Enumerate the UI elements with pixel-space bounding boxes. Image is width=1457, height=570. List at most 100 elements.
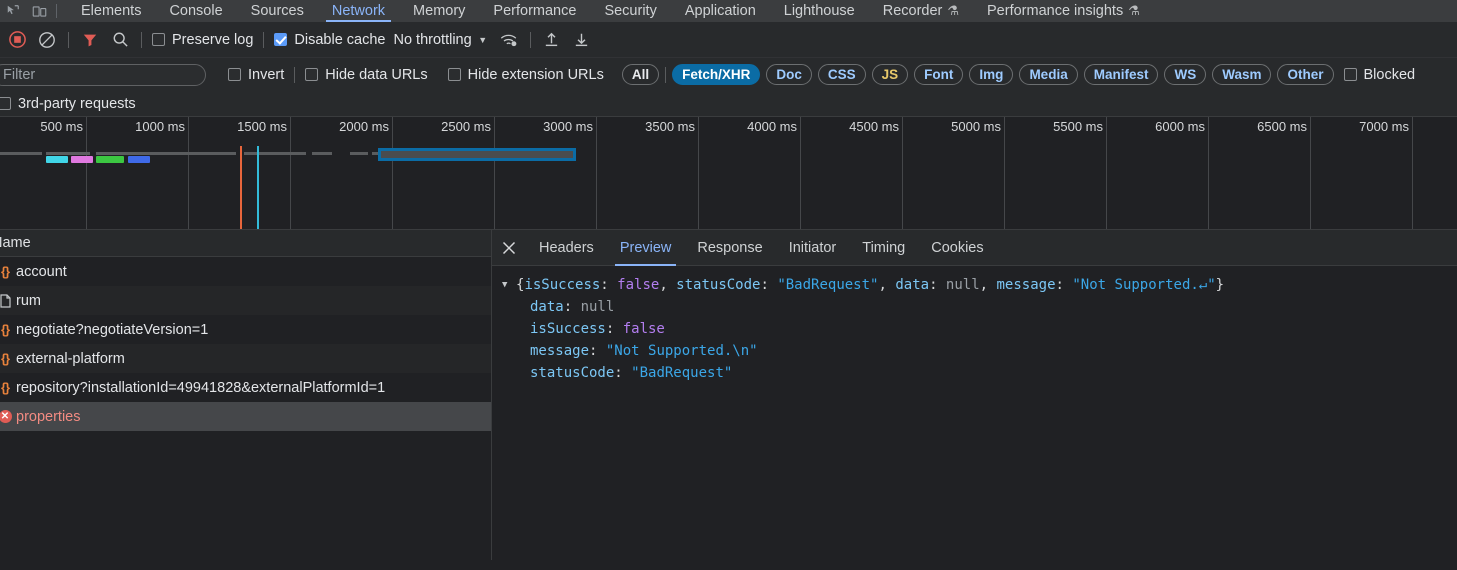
timeline-band — [350, 152, 368, 155]
type-filter-media[interactable]: Media — [1019, 64, 1078, 85]
json-comma: , — [659, 277, 677, 293]
tab-performance[interactable]: Performance — [479, 0, 590, 22]
table-row[interactable]: rum — [0, 286, 491, 315]
timeline-tick: 1500 ms — [237, 117, 291, 229]
details-tab-bar: Headers Preview Response Initiator Timing Coo… — [492, 230, 1457, 266]
network-overview-timeline[interactable]: 500 ms 1000 ms 1500 ms 2000 ms 2500 ms 3000 m… — [0, 117, 1457, 230]
disable-cache-box[interactable] — [274, 33, 288, 46]
disclosure-triangle-icon[interactable]: ▼ — [502, 274, 516, 296]
type-filter-manifest[interactable]: Manifest — [1083, 64, 1159, 85]
third-party-requests-checkbox[interactable]: 3rd-party requests — [0, 96, 140, 112]
timeline-tick: 3000 ms — [543, 117, 597, 229]
document-icon — [0, 293, 16, 308]
blocked-checkbox[interactable]: Blocked — [1340, 67, 1420, 83]
details-tab-headers[interactable]: Headers — [526, 230, 607, 266]
json-value: null — [580, 299, 615, 315]
chevron-down-icon[interactable]: ▼ — [472, 35, 494, 45]
table-row[interactable]: {} external-platform — [0, 344, 491, 373]
timeline-tick-label: 5500 ms — [1053, 119, 1103, 134]
hide-data-urls-box[interactable] — [305, 68, 319, 81]
table-row[interactable]: {} repository?installationId=49941828&ext… — [0, 373, 491, 402]
filter-divider-1 — [294, 66, 296, 83]
table-row[interactable]: {} account — [0, 257, 491, 286]
timeline-band — [312, 152, 332, 155]
type-filter-fetch-xhr[interactable]: Fetch/XHR — [672, 64, 761, 85]
invert-box[interactable] — [228, 68, 241, 81]
hide-data-urls-checkbox[interactable]: Hide data URLs — [301, 67, 431, 83]
filter-input[interactable] — [0, 63, 206, 86]
type-filter-img[interactable]: Img — [969, 64, 1014, 85]
search-icon[interactable] — [105, 26, 135, 54]
json-property-line[interactable]: message: "Not Supported.\n" — [502, 340, 1457, 362]
json-value: false — [617, 277, 660, 293]
details-tab-preview[interactable]: Preview — [607, 230, 685, 266]
details-tab-timing[interactable]: Timing — [849, 230, 918, 266]
type-filter-css[interactable]: CSS — [817, 64, 866, 85]
json-key: statusCode — [530, 365, 615, 381]
devtools-tab-bar: Elements Console Sources Network Memory Perfo… — [0, 0, 1457, 22]
timeline-tick-label: 3500 ms — [645, 119, 695, 134]
json-property-line[interactable]: statusCode: "BadRequest" — [502, 362, 1457, 384]
tab-label: Security — [604, 3, 657, 19]
json-colon: : — [605, 321, 623, 337]
json-property-lines: data: null isSuccess: false message: "Not … — [502, 296, 1457, 384]
json-property-line[interactable]: data: null — [502, 296, 1457, 318]
tab-recorder[interactable]: Recorder ⚗ — [869, 0, 973, 22]
preserve-log-box[interactable] — [152, 33, 165, 46]
close-icon[interactable] — [492, 230, 526, 266]
details-tab-response[interactable]: Response — [684, 230, 775, 266]
third-party-box[interactable] — [0, 97, 11, 110]
table-row[interactable]: {} negotiate?negotiateVersion=1 — [0, 315, 491, 344]
timeline-tick: 500 ms — [40, 117, 87, 229]
throttling-select-value[interactable]: No throttling — [393, 32, 471, 48]
details-tab-cookies[interactable]: Cookies — [918, 230, 996, 266]
device-toolbar-icon[interactable] — [26, 0, 52, 22]
timeline-tick: 2000 ms — [339, 117, 393, 229]
blocked-box[interactable] — [1343, 68, 1357, 81]
tab-elements[interactable]: Elements — [67, 0, 155, 22]
tab-performance-insights[interactable]: Performance insights ⚗ — [973, 0, 1154, 22]
timeline-request-bar — [46, 156, 68, 163]
request-name: rum — [16, 292, 41, 309]
details-tab-initiator[interactable]: Initiator — [776, 230, 850, 266]
request-list-header[interactable]: Name — [0, 230, 491, 257]
preserve-log-checkbox[interactable]: Preserve log — [148, 32, 257, 48]
clear-network-log-icon[interactable] — [32, 26, 62, 54]
json-property-line[interactable]: isSuccess: false — [502, 318, 1457, 340]
timeline-selected-request-bar[interactable] — [378, 148, 576, 161]
tab-security[interactable]: Security — [590, 0, 670, 22]
record-stop-icon[interactable] — [2, 26, 32, 54]
table-row[interactable]: ✕ properties — [0, 402, 491, 431]
tab-network[interactable]: Network — [318, 0, 399, 22]
type-filter-doc[interactable]: Doc — [766, 64, 812, 85]
import-har-icon[interactable] — [537, 26, 567, 54]
filter-funnel-icon[interactable] — [75, 26, 105, 54]
json-summary-line[interactable]: ▼ {isSuccess: false, statusCode: "BadReq… — [502, 274, 1457, 296]
type-filter-wasm[interactable]: Wasm — [1212, 64, 1272, 85]
request-list-panel: Name {} account rum {} negotiate?negotiateVe… — [0, 230, 492, 560]
tab-sources[interactable]: Sources — [237, 0, 318, 22]
type-filter-ws[interactable]: WS — [1164, 64, 1207, 85]
tab-application[interactable]: Application — [671, 0, 770, 22]
timeline-request-bar — [71, 156, 93, 163]
type-filter-other[interactable]: Other — [1277, 64, 1334, 85]
timeline-tick-label: 1500 ms — [237, 119, 287, 134]
timeline-tick: 4500 ms — [849, 117, 903, 229]
disable-cache-checkbox[interactable]: Disable cache — [270, 32, 389, 48]
invert-checkbox[interactable]: Invert — [224, 67, 288, 83]
timeline-tick-label: 2500 ms — [441, 119, 491, 134]
tab-lighthouse[interactable]: Lighthouse — [770, 0, 869, 22]
type-filter-js[interactable]: JS — [871, 64, 909, 85]
hide-extension-urls-checkbox[interactable]: Hide extension URLs — [444, 67, 608, 83]
inspect-element-icon[interactable] — [0, 0, 26, 22]
experimental-flask-icon: ⚗ — [947, 3, 960, 18]
tab-memory[interactable]: Memory — [399, 0, 479, 22]
hide-extension-urls-box[interactable] — [447, 68, 461, 81]
blocked-label: Blocked — [1363, 66, 1416, 83]
wifi-settings-icon[interactable] — [494, 26, 524, 54]
json-colon: : — [929, 277, 946, 293]
type-filter-font[interactable]: Font — [914, 64, 964, 85]
type-filter-all[interactable]: All — [621, 64, 660, 85]
export-har-icon[interactable] — [567, 26, 597, 54]
tab-console[interactable]: Console — [155, 0, 236, 22]
